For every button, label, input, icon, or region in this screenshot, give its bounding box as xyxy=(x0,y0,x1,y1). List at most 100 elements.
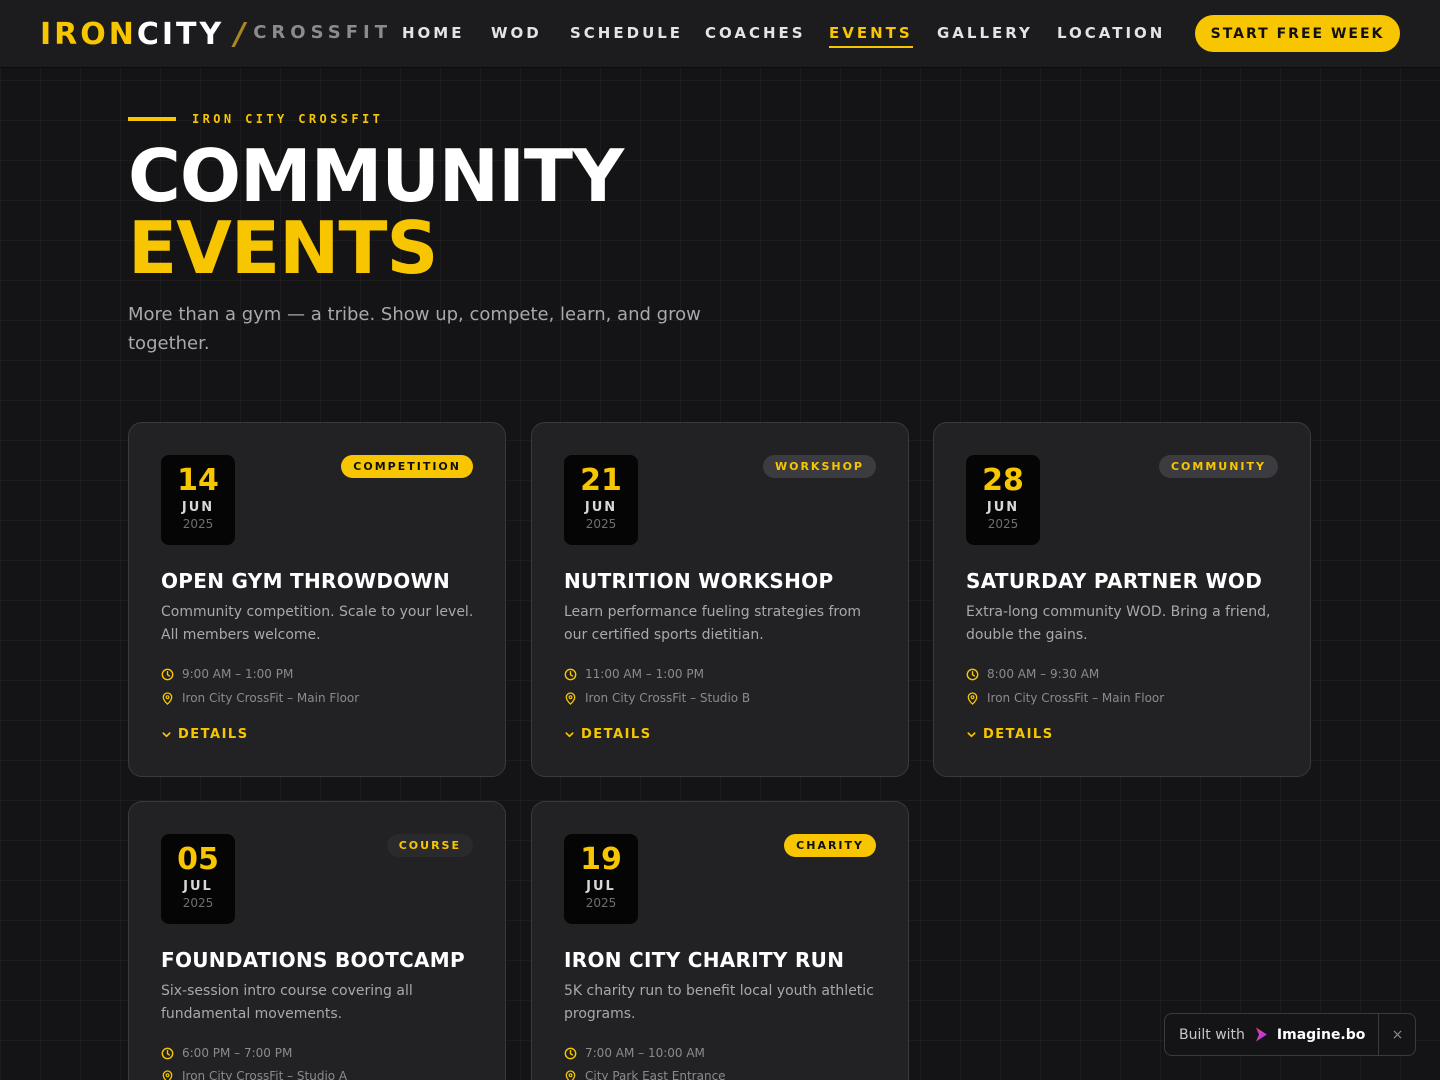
event-description: Extra-long community WOD. Bring a friend… xyxy=(966,604,1271,643)
event-category-badge: COMMUNITY xyxy=(1158,455,1278,478)
event-location-text: Iron City CrossFit – Main Floor xyxy=(987,691,1165,705)
eyebrow-line xyxy=(128,117,176,121)
event-card[interactable]: 05 JUL 2025 COURSE FOUNDATIONS BOOTCAMP … xyxy=(128,801,506,1080)
event-location: Iron City CrossFit – Studio A xyxy=(161,1069,347,1080)
nav-events[interactable]: EVENTS xyxy=(829,24,913,48)
event-description: Community competition. Scale to your lev… xyxy=(161,604,474,643)
logo-slash: / xyxy=(234,16,246,52)
event-location: Iron City CrossFit – Studio B xyxy=(564,691,750,705)
event-location-text: Iron City CrossFit – Studio B xyxy=(585,691,751,705)
clock-icon xyxy=(966,668,979,680)
map-pin-icon xyxy=(565,1069,576,1080)
event-description: Learn performance fueling strategies fro… xyxy=(564,604,862,643)
built-with-badge[interactable]: Built with Imagine.bo × xyxy=(1164,1013,1416,1056)
top-navbar: IRON CITY / CROSSFIT HOME WOD SCHEDULE C… xyxy=(0,0,1440,68)
event-description: Six-session intro course covering all fu… xyxy=(161,983,413,1022)
event-month: JUN xyxy=(584,500,618,515)
event-location-text: Iron City CrossFit – Main Floor xyxy=(182,691,360,705)
event-card[interactable]: 19 JUL 2025 CHARITY IRON CITY CHARITY RU… xyxy=(531,801,909,1080)
close-icon[interactable]: × xyxy=(1379,1014,1416,1055)
event-card[interactable]: 28 JUN 2025 COMMUNITY SATURDAY PARTNER W… xyxy=(933,422,1311,777)
clock-icon xyxy=(161,1047,174,1059)
nav-gallery[interactable]: GALLERY xyxy=(937,24,1033,42)
event-title: FOUNDATIONS BOOTCAMP xyxy=(161,948,465,972)
event-location: Iron City CrossFit – Main Floor xyxy=(161,691,359,705)
eyebrow-text: IRON CITY CROSSFIT xyxy=(192,112,384,126)
page-subtitle: More than a gym — a tribe. Show up, comp… xyxy=(128,304,701,354)
event-title: NUTRITION WORKSHOP xyxy=(564,569,834,593)
eyebrow: IRON CITY CROSSFIT xyxy=(128,112,383,126)
chevron-down-icon xyxy=(162,732,171,738)
event-location: Iron City CrossFit – Main Floor xyxy=(966,691,1164,705)
logo-crossfit: CROSSFIT xyxy=(253,21,392,43)
event-year: 2025 xyxy=(585,896,617,910)
event-location-text: City Park East Entrance xyxy=(585,1069,726,1080)
event-time-text: 8:00 AM – 9:30 AM xyxy=(987,667,1100,681)
event-date: 05 JUL 2025 xyxy=(161,834,235,924)
built-with-brand: Imagine.bo xyxy=(1276,1026,1366,1043)
event-month: JUL xyxy=(586,879,616,894)
event-day: 14 xyxy=(177,463,219,498)
event-time-text: 6:00 PM – 7:00 PM xyxy=(182,1046,293,1060)
event-date: 19 JUL 2025 xyxy=(564,834,638,924)
event-category-badge: COMPETITION xyxy=(341,455,473,478)
chevron-down-icon xyxy=(565,732,574,738)
nav-schedule[interactable]: SCHEDULE xyxy=(570,24,683,42)
event-day: 28 xyxy=(982,463,1024,498)
nav-wod[interactable]: WOD xyxy=(491,24,542,42)
event-card[interactable]: 14 JUN 2025 COMPETITION OPEN GYM THROWDO… xyxy=(128,422,506,777)
details-label: DETAILS xyxy=(983,727,1054,742)
event-time: 11:00 AM – 1:00 PM xyxy=(564,667,704,681)
details-toggle[interactable]: DETAILS xyxy=(966,727,1054,742)
event-date: 21 JUN 2025 xyxy=(564,455,638,545)
clock-icon xyxy=(564,1047,577,1059)
event-category-badge: WORKSHOP xyxy=(762,455,876,478)
event-time: 9:00 AM – 1:00 PM xyxy=(161,667,293,681)
logo-iron: IRON xyxy=(40,16,137,52)
nav-home[interactable]: HOME xyxy=(402,24,464,42)
details-label: DETAILS xyxy=(178,727,249,742)
event-category-badge: COURSE xyxy=(386,834,473,857)
event-date: 14 JUN 2025 xyxy=(161,455,235,545)
event-description: 5K charity run to benefit local youth at… xyxy=(564,983,874,1022)
event-year: 2025 xyxy=(987,517,1019,531)
event-day: 05 xyxy=(177,842,219,877)
details-label: DETAILS xyxy=(581,727,652,742)
event-category-badge: CHARITY xyxy=(784,834,876,857)
map-pin-icon xyxy=(967,691,978,705)
logo-city: CITY xyxy=(136,16,225,52)
event-time-text: 11:00 AM – 1:00 PM xyxy=(585,667,704,681)
event-year: 2025 xyxy=(585,517,617,531)
details-toggle[interactable]: DETAILS xyxy=(564,727,652,742)
event-year: 2025 xyxy=(182,896,214,910)
event-month: JUL xyxy=(183,879,213,894)
clock-icon xyxy=(564,668,577,680)
event-month: JUN xyxy=(986,500,1020,515)
event-card[interactable]: 21 JUN 2025 WORKSHOP NUTRITION WORKSHOP … xyxy=(531,422,909,777)
nav-location[interactable]: LOCATION xyxy=(1057,24,1165,42)
event-day: 19 xyxy=(580,842,622,877)
clock-icon xyxy=(161,668,174,680)
event-location-text: Iron City CrossFit – Studio A xyxy=(182,1069,348,1080)
map-pin-icon xyxy=(565,691,576,705)
event-time: 8:00 AM – 9:30 AM xyxy=(966,667,1099,681)
site-logo[interactable]: IRON CITY / CROSSFIT xyxy=(40,14,392,54)
map-pin-icon xyxy=(162,1069,173,1080)
event-date: 28 JUN 2025 xyxy=(966,455,1040,545)
built-with-label: Built with xyxy=(1179,1026,1245,1043)
event-title: IRON CITY CHARITY RUN xyxy=(564,948,845,972)
start-free-week-button[interactable]: START FREE WEEK xyxy=(1195,15,1400,52)
details-toggle[interactable]: DETAILS xyxy=(161,727,249,742)
event-time: 6:00 PM – 7:00 PM xyxy=(161,1046,292,1060)
nav-coaches[interactable]: COACHES xyxy=(705,24,806,42)
event-time-text: 7:00 AM – 10:00 AM xyxy=(585,1046,705,1060)
event-time-text: 9:00 AM – 1:00 PM xyxy=(182,667,294,681)
chevron-down-icon xyxy=(967,732,976,738)
event-title: SATURDAY PARTNER WOD xyxy=(966,569,1263,593)
event-time: 7:00 AM – 10:00 AM xyxy=(564,1046,705,1060)
page-title-line-2: EVENTS xyxy=(128,206,438,290)
event-title: OPEN GYM THROWDOWN xyxy=(161,569,450,593)
event-year: 2025 xyxy=(182,517,214,531)
event-day: 21 xyxy=(580,463,622,498)
event-location: City Park East Entrance xyxy=(564,1069,726,1080)
